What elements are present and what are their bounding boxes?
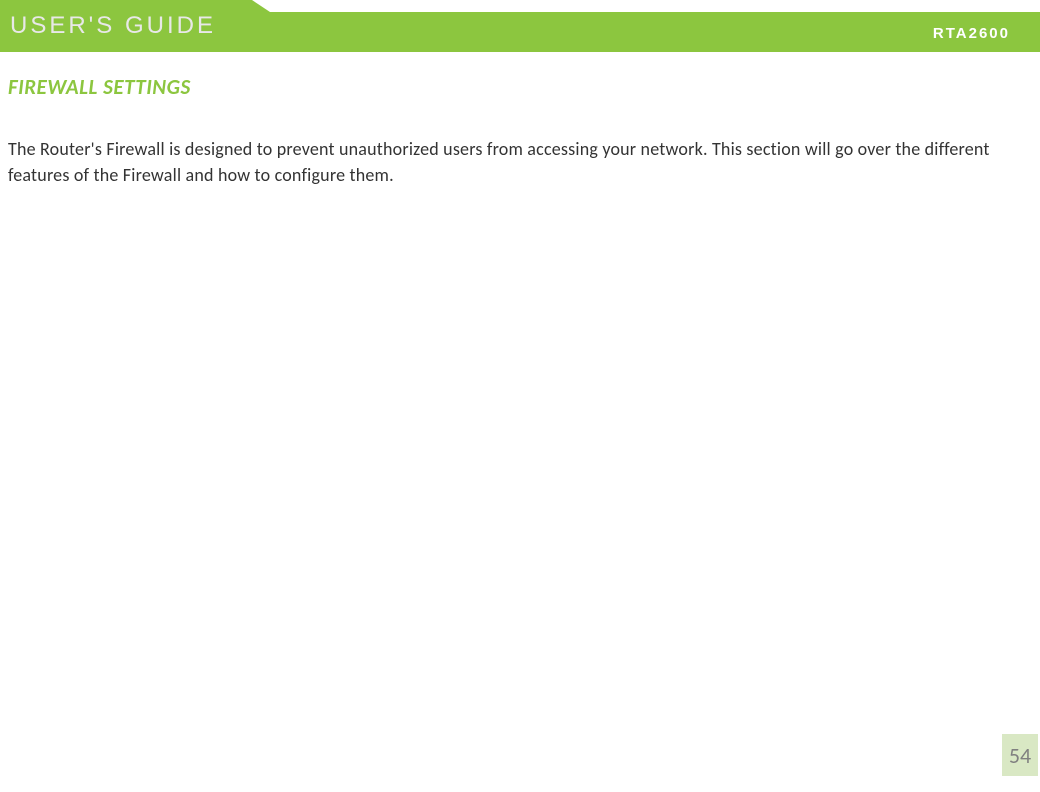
page-content: FIREWALL SETTINGS The Router's Firewall … [0,52,1040,188]
page-number: 54 [1009,742,1031,769]
page-number-box: 54 [1002,734,1038,776]
guide-title: USER'S GUIDE [10,12,216,40]
section-title: FIREWALL SETTINGS [8,74,1032,100]
header-band: USER'S GUIDE RTA2600 [0,0,1040,52]
section-body: The Router's Firewall is designed to pre… [8,136,1032,188]
model-code: RTA2600 [933,25,1010,42]
